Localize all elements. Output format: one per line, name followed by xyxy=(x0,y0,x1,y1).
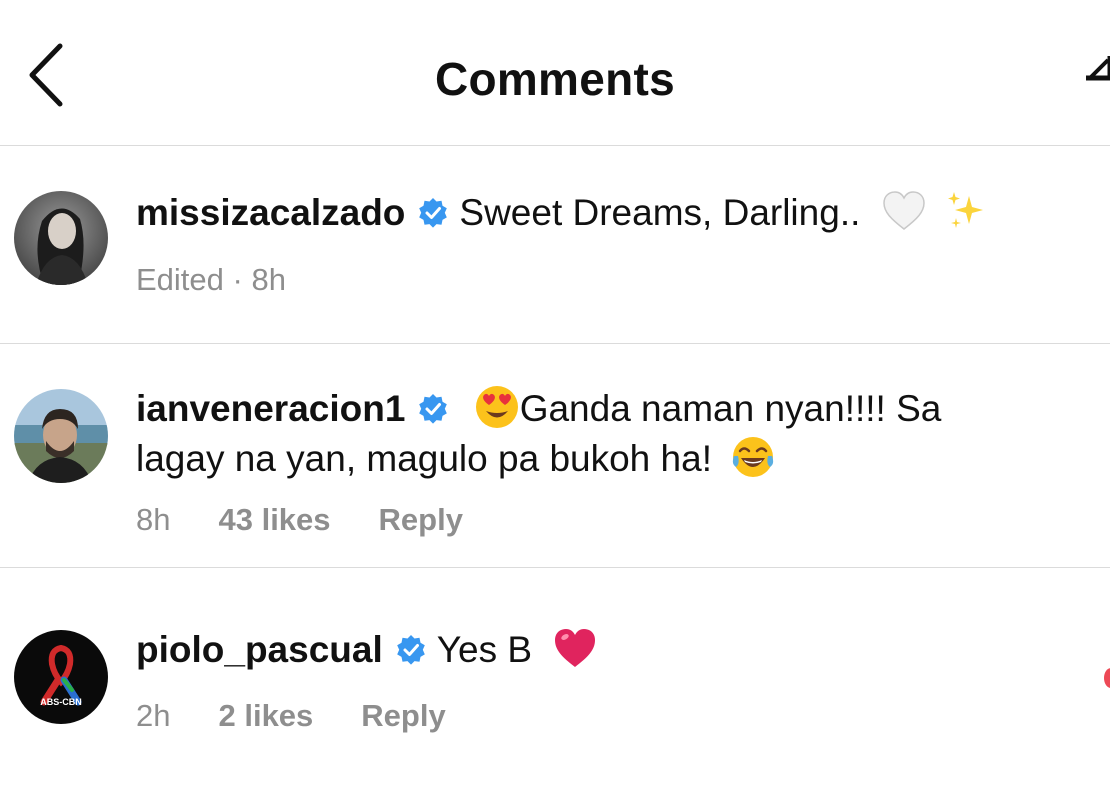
likes-count-button[interactable]: 2 likes xyxy=(218,698,313,734)
comment-body: missizacalzado Sweet Dreams, Darling.. xyxy=(136,188,1076,238)
comment-body: piolo_pascual Yes B xyxy=(136,625,1076,675)
meta-separator: · xyxy=(232,262,243,297)
reply-button[interactable]: Reply xyxy=(379,502,463,538)
comment-text-line2: lagay na yan, magulo pa bukoh ha! xyxy=(136,438,712,479)
sparkles-icon xyxy=(947,192,983,228)
comment-meta: Edited · 8h xyxy=(136,262,286,298)
comment-body: ianveneracion1 Ganda naman nyan!!!! Sa la… xyxy=(136,384,1076,484)
verified-badge-icon xyxy=(419,198,448,228)
comment-username[interactable]: piolo_pascual xyxy=(136,629,383,670)
share-button[interactable] xyxy=(1086,48,1110,88)
comment-text-line1: Ganda naman nyan!!!! Sa xyxy=(519,388,942,429)
white-heart-icon xyxy=(882,191,925,230)
comment-text: Yes B xyxy=(436,629,533,670)
likes-count-button[interactable]: 43 likes xyxy=(218,502,330,538)
avatar[interactable]: ABS-CBN xyxy=(14,630,108,724)
comment-item: ianveneracion1 Ganda naman nyan!!!! Sa la… xyxy=(0,344,1110,568)
avatar[interactable] xyxy=(14,389,108,483)
comment-time: 8h xyxy=(251,262,286,297)
red-heart-icon xyxy=(555,629,596,667)
comment-time: 8h xyxy=(136,502,171,537)
edited-label: Edited xyxy=(136,262,224,297)
like-heart-icon[interactable] xyxy=(1104,668,1110,688)
header-bar: Comments xyxy=(0,0,1110,146)
page-title: Comments xyxy=(434,53,676,105)
comment-time: 2h xyxy=(136,698,171,733)
comment-item: ABS-CBN piolo_pascual Yes B 2h 2 likes Rep… xyxy=(0,568,1110,790)
comment-item: missizacalzado Sweet Dreams, Darling.. E… xyxy=(0,146,1110,344)
reply-button[interactable]: Reply xyxy=(361,698,445,734)
tears-of-joy-emoji-icon xyxy=(733,437,774,477)
send-icon xyxy=(1086,56,1110,81)
comment-username[interactable]: ianveneracion1 xyxy=(136,388,405,429)
avatar-logo-text: ABS-CBN xyxy=(40,697,82,707)
comment-meta: 8h 43 likes Reply xyxy=(136,502,463,538)
verified-badge-icon xyxy=(419,394,448,424)
comment-text: Sweet Dreams, Darling.. xyxy=(459,192,861,233)
heart-eyes-emoji-icon xyxy=(475,386,518,428)
comment-username[interactable]: missizacalzado xyxy=(136,192,405,233)
avatar[interactable] xyxy=(14,191,108,285)
verified-badge-icon xyxy=(396,635,425,665)
comment-meta: 2h 2 likes Reply xyxy=(136,698,446,734)
